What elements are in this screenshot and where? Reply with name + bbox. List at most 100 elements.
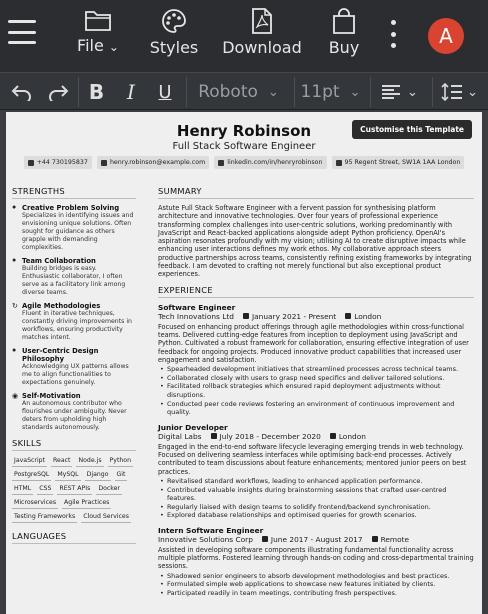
- font-size-value: 11pt: [300, 82, 340, 102]
- summary-heading[interactable]: SUMMARY: [158, 186, 474, 199]
- contact-phone[interactable]: +44 730195837: [23, 156, 92, 169]
- job-bullets: Revitalised standard workflows, leading …: [158, 477, 474, 520]
- job-location: Remote: [380, 534, 410, 544]
- skill-tag[interactable]: Cloud Services: [81, 512, 131, 523]
- file-button[interactable]: File ⌄: [72, 8, 124, 66]
- job-bullet: Spearheaded development initiatives that…: [158, 365, 474, 374]
- skill-tag[interactable]: Python: [107, 456, 133, 467]
- strengths-heading[interactable]: STRENGTHS: [12, 186, 136, 199]
- resume-page[interactable]: Customise this Template Henry Robinson F…: [6, 112, 482, 614]
- phone-icon: [27, 159, 34, 166]
- job-entry[interactable]: Junior Developer Digital Labs July 2018 …: [158, 423, 474, 520]
- font-family-select[interactable]: Roboto ⌄: [186, 77, 290, 107]
- people-icon: ●: [12, 257, 17, 264]
- job-bullets: Spearheaded development initiatives that…: [158, 365, 474, 417]
- job-location: London: [338, 431, 366, 441]
- skill-tag[interactable]: PostgreSQL: [12, 470, 52, 481]
- more-options-icon[interactable]: [390, 20, 396, 48]
- job-dates: July 2018 - December 2020: [219, 431, 321, 441]
- calendar-icon: [210, 433, 217, 440]
- job-title: Intern Software Engineer: [158, 525, 264, 535]
- chevron-down-icon: ⌄: [467, 84, 478, 99]
- chevron-down-icon: ⌄: [407, 84, 418, 99]
- skill-tag[interactable]: Node.js: [76, 456, 104, 467]
- skill-tag[interactable]: Testing Frameworks: [12, 512, 78, 523]
- job-entry[interactable]: Intern Software Engineer Innovative Solu…: [158, 526, 474, 598]
- job-company: Digital Labs: [158, 431, 202, 441]
- strength-item[interactable]: ● Team Collaboration Building bridges is …: [12, 257, 136, 297]
- buy-button[interactable]: Buy: [326, 8, 362, 66]
- location-icon: [371, 536, 378, 543]
- skill-tag[interactable]: Agile Practices: [62, 498, 112, 509]
- skill-tag[interactable]: HTML: [12, 484, 34, 495]
- line-spacing-icon: [441, 82, 463, 102]
- shopping-bag-icon: [333, 8, 355, 34]
- strength-desc: Specializes in identifying issues and en…: [22, 212, 134, 251]
- location-icon: [329, 433, 336, 440]
- strength-title: Creative Problem Solving: [22, 204, 120, 212]
- buy-label: Buy: [328, 38, 360, 57]
- undo-icon[interactable]: [8, 77, 36, 107]
- skill-tag[interactable]: MySQL: [55, 470, 81, 481]
- bold-icon[interactable]: B: [78, 77, 114, 107]
- download-button[interactable]: Download: [222, 8, 302, 66]
- font-size-select[interactable]: 11pt ⌄: [294, 77, 366, 107]
- summary-text[interactable]: Astute Full Stack Software Engineer with…: [158, 204, 474, 279]
- experience-heading[interactable]: EXPERIENCE: [158, 285, 474, 298]
- skill-tag[interactable]: Django: [84, 470, 111, 481]
- job-location: London: [354, 311, 382, 321]
- contact-location[interactable]: 95 Regent Street, SW1A 1AA London: [331, 156, 465, 169]
- palette-icon: [162, 9, 186, 33]
- download-label: Download: [222, 38, 302, 57]
- skill-tag[interactable]: Microservices: [12, 498, 59, 509]
- menu-icon[interactable]: [8, 20, 36, 44]
- styles-button[interactable]: Styles: [150, 8, 198, 66]
- strength-desc: Acknowledging UX patterns allows me to a…: [22, 363, 129, 386]
- align-select[interactable]: ⌄: [370, 77, 428, 107]
- format-toolbar: B I U Roboto ⌄ 11pt ⌄ ⌄ ⌄: [0, 72, 488, 110]
- skill-tag[interactable]: JavaScript: [12, 456, 48, 467]
- job-desc: Focused on enhancing product offerings t…: [158, 322, 469, 364]
- job-entry[interactable]: Software Engineer Tech Innovations Ltd J…: [158, 303, 474, 417]
- languages-heading[interactable]: LANGUAGES: [12, 531, 136, 544]
- strength-item[interactable]: ● User-Centric Design Philosophy Acknowle…: [12, 347, 136, 387]
- underline-icon[interactable]: U: [148, 77, 182, 107]
- contact-phone-text: +44 730195837: [36, 159, 88, 166]
- line-spacing-select[interactable]: ⌄: [432, 77, 486, 107]
- skill-tag[interactable]: CSS: [37, 484, 54, 495]
- email-icon: [100, 159, 107, 166]
- contact-email[interactable]: henry.robinson@example.com: [96, 156, 210, 169]
- resume-name[interactable]: Henry Robinson: [6, 122, 482, 140]
- contact-email-text: henry.robinson@example.com: [109, 159, 206, 166]
- skill-tag[interactable]: React: [51, 456, 73, 467]
- contact-linkedin[interactable]: linkedin.com/in/henryrobinson: [214, 156, 327, 169]
- strength-item[interactable]: ◉ Self-Motivation An autonomous contribut…: [12, 392, 136, 432]
- avatar[interactable]: A: [428, 18, 464, 54]
- skills-heading[interactable]: SKILLS: [12, 438, 136, 451]
- strength-item[interactable]: ↻ Agile Methodologies Fluent in iterative…: [12, 302, 136, 342]
- location-icon: [335, 159, 342, 166]
- skill-tag[interactable]: REST APIs: [57, 484, 93, 495]
- chevron-down-icon: ⌄: [267, 84, 279, 99]
- job-bullet: Conducted peer code reviews fostering an…: [158, 400, 474, 417]
- skill-tag[interactable]: Git: [114, 470, 128, 481]
- italic-icon[interactable]: I: [114, 77, 148, 107]
- job-bullet: Collaborated closely with users to grasp…: [158, 374, 474, 383]
- pdf-file-icon: [252, 8, 272, 34]
- strength-item[interactable]: ● Creative Problem Solving Specializes in…: [12, 204, 136, 252]
- top-toolbar: File ⌄ Styles Download Buy A: [0, 0, 488, 72]
- resume-role[interactable]: Full Stack Software Engineer: [6, 141, 482, 152]
- job-meta: Digital Labs July 2018 - December 2020 L…: [158, 432, 474, 441]
- skills-list: JavaScript React Node.js Python PostgreS…: [12, 456, 136, 523]
- job-bullets: Shadowed senior engineers to absorb deve…: [158, 572, 474, 598]
- contact-row: +44 730195837 henry.robinson@example.com…: [6, 156, 482, 169]
- job-title: Software Engineer: [158, 302, 236, 312]
- skill-tag[interactable]: Docker: [96, 484, 122, 495]
- strength-title: User-Centric Design Philosophy: [22, 347, 99, 363]
- right-column: SUMMARY Astute Full Stack Software Engin…: [158, 186, 474, 604]
- redo-icon[interactable]: [44, 77, 72, 107]
- location-icon: [345, 313, 352, 320]
- font-family-value: Roboto: [198, 82, 258, 102]
- job-bullet: Facilitated rollback strategies which en…: [158, 382, 474, 399]
- job-bullet: Revitalised standard workflows, leading …: [158, 477, 474, 486]
